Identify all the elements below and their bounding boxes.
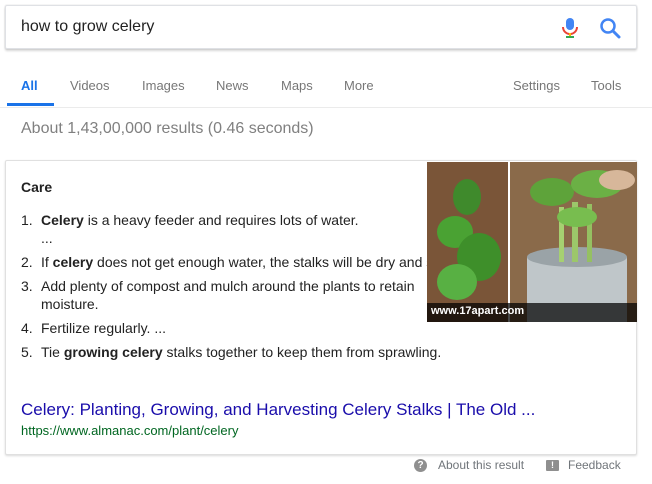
- list-item: ...: [41, 230, 53, 246]
- tab-maps[interactable]: Maps: [281, 78, 313, 93]
- tab-more[interactable]: More: [344, 78, 374, 93]
- list-item: 2. If celery does not get enough water, …: [21, 254, 463, 270]
- search-input[interactable]: how to grow celery: [21, 18, 154, 36]
- celery-photo: [427, 162, 637, 322]
- list-item: 5. Tie growing celery stalks together to…: [21, 344, 442, 360]
- list-item: 4. Fertilize regularly. ...: [21, 320, 166, 336]
- active-tab-indicator: [7, 103, 54, 106]
- result-title-link[interactable]: Celery: Planting, Growing, and Harvestin…: [21, 400, 535, 420]
- featured-snippet: Care 1. Celery is a heavy feeder and req…: [5, 160, 637, 455]
- search-icon[interactable]: [599, 17, 621, 39]
- settings-link[interactable]: Settings: [513, 78, 560, 93]
- tab-all[interactable]: All: [21, 78, 38, 93]
- result-stats: About 1,43,00,000 results (0.46 seconds): [21, 120, 314, 137]
- result-url: https://www.almanac.com/plant/celery: [21, 423, 239, 438]
- image-caption: www.17apart.com: [427, 303, 637, 322]
- feedback-icon[interactable]: !: [546, 460, 559, 471]
- tab-news[interactable]: News: [216, 78, 249, 93]
- search-tabs: All Videos Images News Maps More Setting…: [0, 49, 652, 108]
- search-box[interactable]: how to grow celery: [5, 5, 637, 49]
- celery-image[interactable]: www.17apart.com: [427, 162, 637, 322]
- tools-link[interactable]: Tools: [591, 78, 621, 93]
- tab-images[interactable]: Images: [142, 78, 185, 93]
- list-item: 1. Celery is a heavy feeder and requires…: [21, 212, 359, 228]
- snippet-list: 1. Celery is a heavy feeder and requires…: [21, 211, 491, 367]
- help-icon[interactable]: ?: [414, 459, 427, 472]
- feedback-link[interactable]: Feedback: [568, 458, 621, 472]
- tab-videos[interactable]: Videos: [70, 78, 110, 93]
- microphone-icon[interactable]: [560, 17, 580, 39]
- about-this-result-link[interactable]: About this result: [438, 458, 524, 472]
- snippet-title: Care: [21, 179, 53, 195]
- list-item: 3. Add plenty of compost and mulch aroun…: [21, 278, 415, 312]
